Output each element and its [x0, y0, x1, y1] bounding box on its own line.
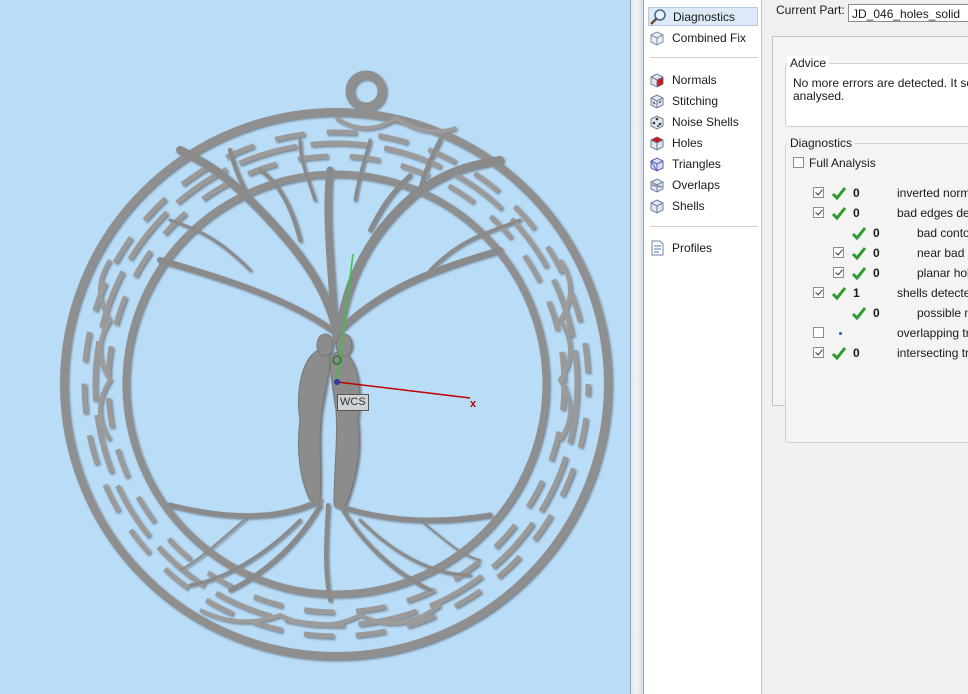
- nav-label: Overlaps: [672, 177, 721, 192]
- triangles-cube-icon: [650, 156, 664, 172]
- advice-text: No more errors are detected. It see anal…: [793, 77, 968, 103]
- overlapping-triangles-checkbox[interactable]: [813, 327, 824, 338]
- nav-item-diagnostics[interactable]: Diagnostics: [648, 7, 758, 26]
- advice-line: analysed.: [793, 89, 845, 103]
- planar-holes-checkbox[interactable]: [833, 267, 844, 278]
- ok-check-icon: [831, 347, 847, 361]
- shells-detected-count: 1: [853, 286, 860, 300]
- current-part-field[interactable]: JD_046_holes_solid: [848, 4, 968, 22]
- tree-roots: [167, 497, 493, 602]
- overlapping-triangles-label: overlapping tria: [897, 326, 968, 340]
- diagnostics-panel: Advice No more errors are detected. It s…: [772, 36, 968, 443]
- bad-contours-label: bad contou: [917, 226, 968, 240]
- near-bad-edges-checkbox[interactable]: [833, 247, 844, 258]
- advice-title: Advice: [787, 56, 830, 70]
- combined-fix-icon: [650, 30, 664, 46]
- possible-noise-label: possible no: [917, 306, 968, 320]
- profiles-document-icon: [651, 240, 664, 255]
- inverted-normals-count: 0: [853, 186, 860, 200]
- pendant-model: [60, 70, 612, 660]
- nav-label: Triangles: [672, 156, 721, 171]
- nav-item-triangles[interactable]: Triangles: [648, 154, 758, 173]
- nav-label: Noise Shells: [672, 114, 739, 129]
- planar-holes-count: 0: [873, 266, 880, 280]
- inverted-normals-checkbox[interactable]: [813, 187, 824, 198]
- bail-ring: [345, 70, 387, 112]
- holes-cube-icon: [650, 135, 664, 151]
- full-analysis-checkbox[interactable]: [793, 157, 804, 168]
- nav-label: Shells: [672, 198, 705, 213]
- diagnostics-title: Diagnostics: [787, 136, 856, 150]
- magnifier-icon: [650, 8, 666, 25]
- panel-splitter[interactable]: [630, 0, 644, 694]
- ok-check-icon: [851, 307, 867, 321]
- nav-item-shells[interactable]: Shells: [648, 196, 758, 215]
- bad-edges-checkbox[interactable]: [813, 207, 824, 218]
- diagnostics-page: Current Part: JD_046_holes_solid Advice …: [762, 0, 968, 694]
- x-axis-label: x: [470, 398, 477, 410]
- z-axis: [334, 379, 340, 385]
- bad-edges-count: 0: [853, 206, 860, 220]
- full-analysis-label: Full Analysis: [809, 156, 876, 170]
- shells-detected-checkbox[interactable]: [813, 287, 824, 298]
- intersecting-triangles-checkbox[interactable]: [813, 347, 824, 358]
- stitching-cube-icon: [650, 93, 664, 109]
- nav-item-normals[interactable]: Normals: [648, 70, 758, 89]
- normals-cube-icon: [650, 72, 664, 88]
- planar-holes-label: planar hole: [917, 266, 968, 280]
- nav-item-combined-fix[interactable]: Combined Fix: [648, 28, 758, 47]
- overlaps-cube-icon: [650, 177, 664, 193]
- possible-noise-count: 0: [873, 306, 880, 320]
- shells-cube-icon: [650, 198, 664, 214]
- ok-check-icon: [851, 227, 867, 241]
- ok-check-icon: [831, 287, 847, 301]
- inverted-normals-label: inverted norma: [897, 186, 968, 200]
- current-part-label: Current Part:: [776, 3, 845, 17]
- nav-label: Combined Fix: [672, 30, 747, 45]
- embracing-figures: [298, 333, 361, 506]
- nav-label: Normals: [672, 72, 717, 87]
- nav-item-holes[interactable]: Holes: [648, 133, 758, 152]
- nav-item-profiles[interactable]: Profiles: [648, 238, 758, 257]
- shells-detected-label: shells detected: [897, 286, 968, 300]
- 3d-viewport[interactable]: WCS x: [0, 0, 630, 694]
- near-bad-edges-label: near bad e: [917, 246, 968, 260]
- fix-wizard-nav: Diagnostics Combined Fix Normals Stitchi…: [644, 0, 762, 694]
- not-analysed-dot: [839, 332, 842, 335]
- bad-edges-label: bad edges dete: [897, 206, 968, 220]
- intersecting-triangles-label: intersecting tria: [897, 346, 968, 360]
- near-bad-edges-count: 0: [873, 246, 880, 260]
- tree-branches: [157, 138, 522, 344]
- ok-check-icon: [831, 187, 847, 201]
- bad-contours-count: 0: [873, 226, 880, 240]
- wcs-label: WCS: [337, 394, 369, 411]
- nav-item-overlaps[interactable]: Overlaps: [648, 175, 758, 194]
- ok-check-icon: [831, 207, 847, 221]
- nav-label: Diagnostics: [673, 9, 736, 24]
- nav-separator: [650, 226, 758, 227]
- nav-label: Holes: [672, 135, 703, 150]
- noise-shells-cube-icon: [650, 114, 664, 130]
- ok-check-icon: [851, 247, 867, 261]
- nav-label: Profiles: [672, 240, 713, 255]
- nav-item-noise-shells[interactable]: Noise Shells: [648, 112, 758, 131]
- intersecting-triangles-count: 0: [853, 346, 860, 360]
- nav-separator: [650, 57, 758, 58]
- ok-check-icon: [851, 267, 867, 281]
- nav-label: Stitching: [672, 93, 719, 108]
- nav-item-stitching[interactable]: Stitching: [648, 91, 758, 110]
